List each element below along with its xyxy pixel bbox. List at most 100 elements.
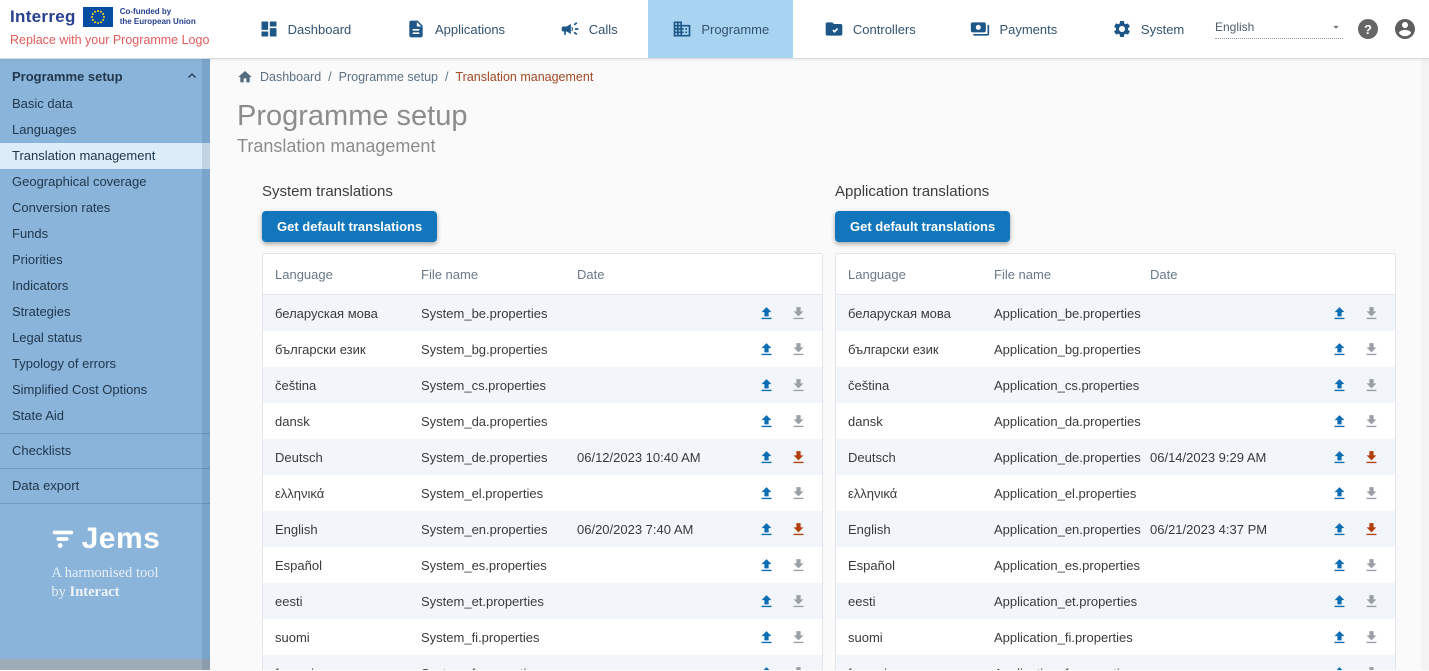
filename-cell: Application_fi.properties <box>994 630 1150 645</box>
sidebar-item-basic-data[interactable]: Basic data <box>0 91 210 117</box>
language-cell: français <box>263 666 421 671</box>
breadcrumb-programme-setup[interactable]: Programme setup <box>339 70 438 84</box>
download-button <box>1361 591 1382 612</box>
sidebar-item-data-export[interactable]: Data export <box>0 473 210 499</box>
chevron-down-icon <box>1329 20 1343 34</box>
jems-logo: Jems A harmonised tool by Interact <box>0 522 210 602</box>
help-icon[interactable]: ? <box>1358 19 1378 39</box>
sidebar-item-geographical-coverage[interactable]: Geographical coverage <box>0 169 210 195</box>
download-button[interactable] <box>788 447 809 468</box>
upload-button[interactable] <box>756 339 777 360</box>
upload-button[interactable] <box>756 447 777 468</box>
nav-item-controllers[interactable]: Controllers <box>800 0 940 58</box>
vertical-scrollbar[interactable] <box>1421 59 1429 670</box>
upload-icon <box>1331 665 1348 671</box>
language-cell: dansk <box>263 414 421 429</box>
table-row: čeština Application_cs.properties <box>836 367 1395 403</box>
account-icon[interactable] <box>1393 17 1417 41</box>
upload-button[interactable] <box>1329 483 1350 504</box>
download-button[interactable] <box>1361 447 1382 468</box>
upload-button[interactable] <box>1329 375 1350 396</box>
table-row: Español System_es.properties <box>263 547 822 583</box>
sidebar-item-translation-management[interactable]: Translation management <box>0 143 210 169</box>
get-default-translations-button[interactable]: Get default translations <box>262 211 437 242</box>
breadcrumb-dashboard[interactable]: Dashboard <box>260 70 321 84</box>
upload-button[interactable] <box>1329 303 1350 324</box>
upload-button[interactable] <box>756 555 777 576</box>
sidebar-item-state-aid[interactable]: State Aid <box>0 403 210 429</box>
nav-item-dashboard[interactable]: Dashboard <box>235 0 376 58</box>
language-cell: беларуская мова <box>836 306 994 321</box>
sidebar-scrollbar[interactable] <box>0 659 210 670</box>
upload-button[interactable] <box>1329 411 1350 432</box>
sidebar-item-checklists[interactable]: Checklists <box>0 438 210 464</box>
upload-button[interactable] <box>1329 339 1350 360</box>
upload-button[interactable] <box>756 303 777 324</box>
upload-icon <box>1331 593 1348 610</box>
sidebar-item-indicators[interactable]: Indicators <box>0 273 210 299</box>
filename-cell: System_en.properties <box>421 522 577 537</box>
upload-button[interactable] <box>756 519 777 540</box>
cofunded-text: Co-funded by the European Union <box>120 7 196 26</box>
table-row: беларуская мова Application_be.propertie… <box>836 295 1395 331</box>
filename-cell: Application_fr.properties <box>994 666 1150 671</box>
table-row: Deutsch Application_de.properties 06/14/… <box>836 439 1395 475</box>
sidebar-item-simplified-cost-options[interactable]: Simplified Cost Options <box>0 377 210 403</box>
upload-icon <box>758 413 775 430</box>
page-title: Programme setup <box>237 100 1429 133</box>
sidebar-item-typology-of-errors[interactable]: Typology of errors <box>0 351 210 377</box>
dashboard-icon <box>259 19 279 39</box>
sidebar-item-legal-status[interactable]: Legal status <box>0 325 210 351</box>
get-default-translations-button[interactable]: Get default translations <box>835 211 1010 242</box>
upload-button[interactable] <box>756 411 777 432</box>
upload-button[interactable] <box>1329 627 1350 648</box>
language-selector[interactable]: English <box>1215 20 1343 39</box>
download-icon <box>1363 665 1380 671</box>
upload-icon <box>1331 305 1348 322</box>
table-body: беларуская мова Application_be.propertie… <box>836 295 1395 670</box>
upload-button[interactable] <box>756 591 777 612</box>
sidebar-item-conversion-rates[interactable]: Conversion rates <box>0 195 210 221</box>
nav-item-applications[interactable]: Applications <box>382 0 529 58</box>
download-icon <box>790 341 807 358</box>
table-row: eesti System_et.properties <box>263 583 822 619</box>
sidebar-item-priorities[interactable]: Priorities <box>0 247 210 273</box>
download-button[interactable] <box>1361 519 1382 540</box>
table-header-row: Language File name Date <box>263 254 822 295</box>
filename-cell: Application_da.properties <box>994 414 1150 429</box>
download-button <box>1361 303 1382 324</box>
language-cell: беларуская мова <box>263 306 421 321</box>
nav-item-calls[interactable]: Calls <box>536 0 642 58</box>
calls-icon <box>560 19 580 39</box>
upload-icon <box>758 629 775 646</box>
jems-icon <box>50 526 76 552</box>
language-cell: български език <box>263 342 421 357</box>
upload-icon <box>758 521 775 538</box>
home-icon[interactable] <box>237 69 253 85</box>
upload-button[interactable] <box>756 627 777 648</box>
upload-button[interactable] <box>1329 555 1350 576</box>
nav-label: Controllers <box>853 22 916 37</box>
table-row: dansk Application_da.properties <box>836 403 1395 439</box>
upload-button[interactable] <box>756 663 777 671</box>
upload-button[interactable] <box>1329 519 1350 540</box>
sidebar-item-funds[interactable]: Funds <box>0 221 210 247</box>
nav-label: System <box>1141 22 1184 37</box>
sidebar-item-languages[interactable]: Languages <box>0 117 210 143</box>
sidebar-section-programme-setup[interactable]: Programme setup <box>0 59 210 91</box>
nav-item-programme[interactable]: Programme <box>648 0 793 58</box>
nav-item-payments[interactable]: Payments <box>946 0 1081 58</box>
nav-item-system[interactable]: System <box>1088 0 1208 58</box>
upload-button[interactable] <box>756 375 777 396</box>
download-icon <box>790 629 807 646</box>
table-row: English Application_en.properties 06/21/… <box>836 511 1395 547</box>
upload-button[interactable] <box>756 483 777 504</box>
download-button <box>1361 375 1382 396</box>
column-header-language: Language <box>263 267 421 282</box>
sidebar-item-strategies[interactable]: Strategies <box>0 299 210 325</box>
download-button[interactable] <box>788 519 809 540</box>
upload-button[interactable] <box>1329 591 1350 612</box>
upload-button[interactable] <box>1329 447 1350 468</box>
upload-icon <box>758 485 775 502</box>
upload-button[interactable] <box>1329 663 1350 671</box>
